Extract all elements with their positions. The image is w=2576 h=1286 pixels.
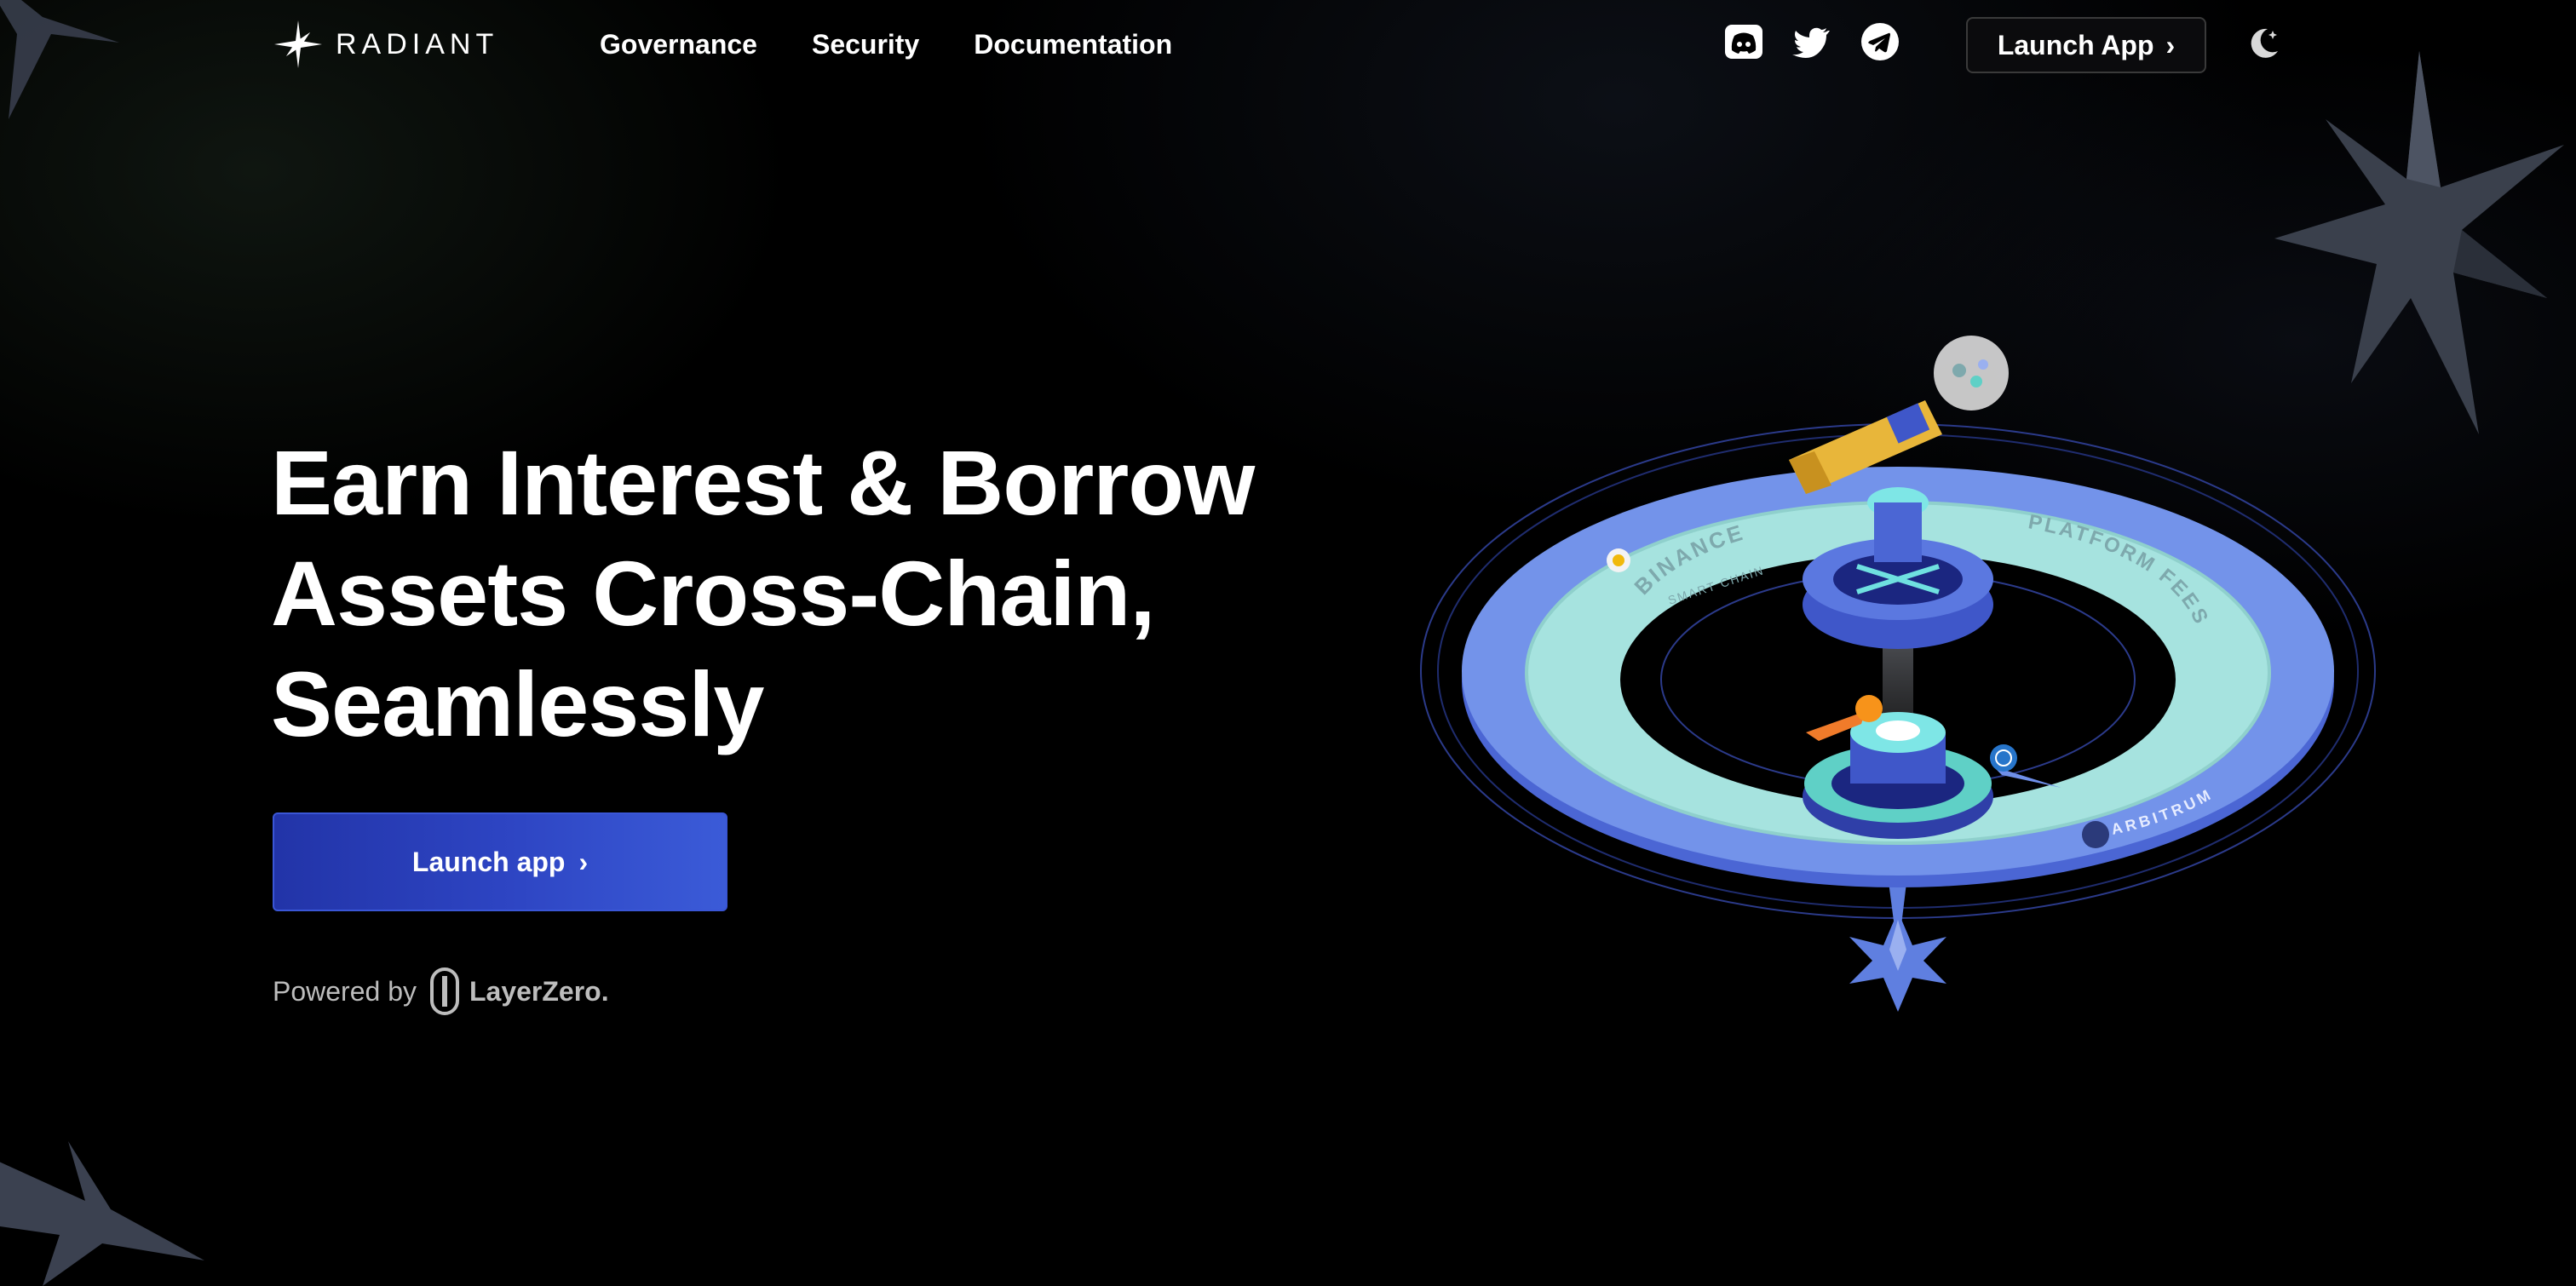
radiant-star-icon	[274, 20, 322, 68]
nav-governance[interactable]: Governance	[600, 26, 757, 63]
chevron-right-icon: ›	[2165, 29, 2176, 60]
brand-logo[interactable]: RADIANT	[273, 20, 498, 68]
cross-chain-ring-illustration: BINANCE SMART CHAIN PLATFORM FEES ARBITR…	[1420, 336, 2376, 1012]
telegram-icon	[1861, 23, 1899, 60]
hero-title-line-3: Seamlessly	[271, 652, 764, 755]
layerzero-icon	[429, 967, 459, 1015]
top-navigation-bar: RADIANT Governance Security Documentatio…	[0, 0, 2576, 89]
launch-app-header-button[interactable]: Launch App ›	[1966, 17, 2206, 73]
hero-title: Earn Interest & Borrow Assets Cross-Chai…	[271, 428, 1378, 760]
layerzero-logo[interactable]: LayerZero.	[429, 967, 609, 1015]
nav-documentation[interactable]: Documentation	[974, 26, 1172, 63]
layerzero-wordmark: LayerZero.	[469, 975, 609, 1007]
launch-app-hero-button[interactable]: Launch app ›	[273, 812, 727, 911]
powered-by-label: Powered by	[273, 975, 417, 1007]
discord-icon	[1725, 25, 1762, 59]
usdc-icon	[1990, 744, 2017, 772]
bitcoin-icon	[1855, 695, 1883, 722]
brand-name: RADIANT	[336, 27, 499, 60]
powered-by: Powered by LayerZero.	[273, 967, 609, 1015]
telegram-link[interactable]	[1859, 20, 1901, 63]
launch-app-header-label: Launch App	[1997, 29, 2154, 60]
hero-title-line-1: Earn Interest & Borrow	[271, 431, 1255, 534]
social-links	[1722, 20, 1901, 63]
arbitrum-icon	[2082, 821, 2109, 848]
decorative-star-bottom-left	[0, 1141, 204, 1286]
twitter-icon	[1792, 27, 1830, 58]
nav-security[interactable]: Security	[812, 26, 919, 63]
hero-title-line-2: Assets Cross-Chain,	[271, 542, 1155, 645]
discord-link[interactable]	[1722, 20, 1765, 63]
moon-star-icon[interactable]	[2242, 22, 2285, 65]
twitter-link[interactable]	[1791, 20, 1833, 63]
chevron-right-icon: ›	[578, 846, 589, 877]
main-nav: Governance Security Documentation	[600, 26, 1172, 63]
launch-app-hero-label: Launch app	[411, 846, 566, 877]
